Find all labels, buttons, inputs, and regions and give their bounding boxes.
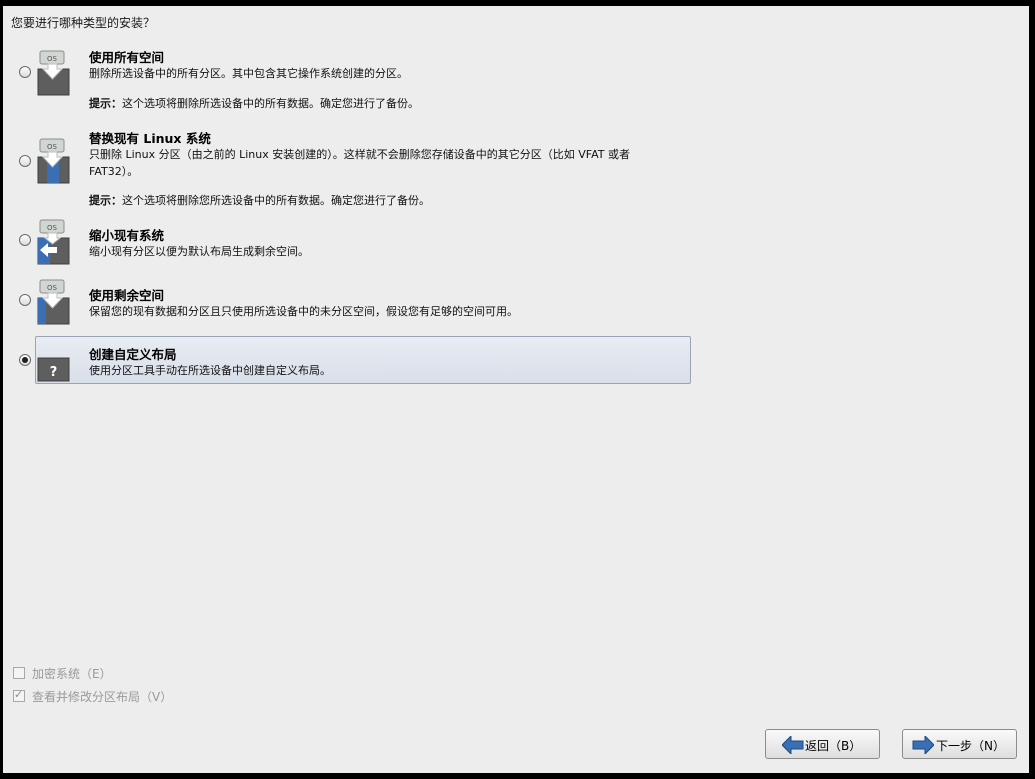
option-title: 替换现有 Linux 系统: [89, 131, 211, 146]
install-option-use-all-space[interactable]: OS 使用所有空间 删除所选设备中的所有分区。其中包含其它操作系统创建的分区。 …: [3, 42, 1029, 112]
use-free-space-icon: OS: [37, 279, 71, 325]
tip-text: 这个选项将删除您所选设备中的所有数据。确定您进行了备份。: [122, 194, 430, 207]
option-description: 只删除 Linux 分区（由之前的 Linux 安装创建的）。这样就不会删除您存…: [89, 148, 630, 178]
os-badge-text: OS: [47, 143, 58, 151]
replace-linux-icon: OS: [37, 138, 71, 184]
option-title: 使用剩余空间: [89, 288, 165, 303]
option-title: 创建自定义布局: [89, 347, 177, 362]
tip-label: 提示：: [89, 194, 122, 207]
option-title: 使用所有空间: [89, 50, 165, 65]
option-description: 删除所选设备中的所有分区。其中包含其它操作系统创建的分区。: [89, 67, 408, 80]
tip-text: 这个选项将删除所选设备中的所有数据。确定您进行了备份。: [122, 97, 419, 110]
review-layout-checkbox[interactable]: [13, 688, 25, 702]
option-title: 缩小现有系统: [89, 228, 165, 243]
review-layout-label: 查看并修改分区布局（V）: [32, 690, 173, 704]
option-description: 保留您的现有数据和分区且只使用所选设备中的未分区空间，假设您有足够的空间可用。: [89, 305, 518, 318]
page-question: 您要进行哪种类型的安装？: [11, 16, 156, 30]
install-option-use-free-space[interactable]: OS 使用剩余空间 保留您的现有数据和分区且只使用所选设备中的未分区空间，假设您…: [3, 278, 1029, 328]
installer-window: 您要进行哪种类型的安装？ OS 使用所有空间 删除所选设备中的所有分区。其中包含…: [3, 6, 1029, 773]
radio-custom-layout[interactable]: [19, 354, 31, 366]
radio-use-free-space[interactable]: [19, 294, 31, 306]
install-option-replace-linux[interactable]: OS 替换现有 Linux 系统 只删除 Linux 分区（由之前的 Linux…: [3, 122, 1029, 207]
radio-use-all-space[interactable]: [19, 66, 31, 78]
next-button[interactable]: 下一步（N）: [902, 729, 1017, 759]
shrink-system-icon: OS: [37, 219, 71, 265]
os-badge-text: OS: [47, 284, 58, 292]
install-option-shrink-system[interactable]: OS 缩小现有系统 缩小现有分区以便为默认布局生成剩余空间。: [3, 218, 1029, 268]
back-button-label: 返回（B）: [805, 739, 862, 753]
arrow-right-icon: [912, 734, 935, 756]
radio-shrink-system[interactable]: [19, 234, 31, 246]
option-description: 缩小现有分区以便为默认布局生成剩余空间。: [89, 245, 309, 258]
tip-label: 提示：: [89, 97, 122, 110]
use-all-space-icon: OS: [37, 50, 71, 96]
arrow-left-icon: [781, 734, 804, 756]
encrypt-system-checkbox[interactable]: [13, 667, 25, 679]
back-button[interactable]: 返回（B）: [765, 729, 880, 759]
option-tip: 提示：这个选项将删除您所选设备中的所有数据。确定您进行了备份。: [89, 192, 430, 208]
install-option-custom-layout[interactable]: ? 创建自定义布局 使用分区工具手动在所选设备中创建自定义布局。: [3, 337, 1029, 383]
os-badge-text: OS: [47, 224, 58, 232]
custom-layout-icon: ?: [37, 350, 71, 382]
option-description: 使用分区工具手动在所选设备中创建自定义布局。: [89, 364, 331, 377]
option-tip: 提示：这个选项将删除所选设备中的所有数据。确定您进行了备份。: [89, 95, 419, 111]
encrypt-system-label: 加密系统（E）: [32, 667, 112, 681]
question-mark: ?: [50, 365, 58, 380]
radio-replace-linux[interactable]: [19, 155, 31, 167]
next-button-label: 下一步（N）: [936, 739, 1005, 753]
os-badge-text: OS: [47, 55, 58, 63]
